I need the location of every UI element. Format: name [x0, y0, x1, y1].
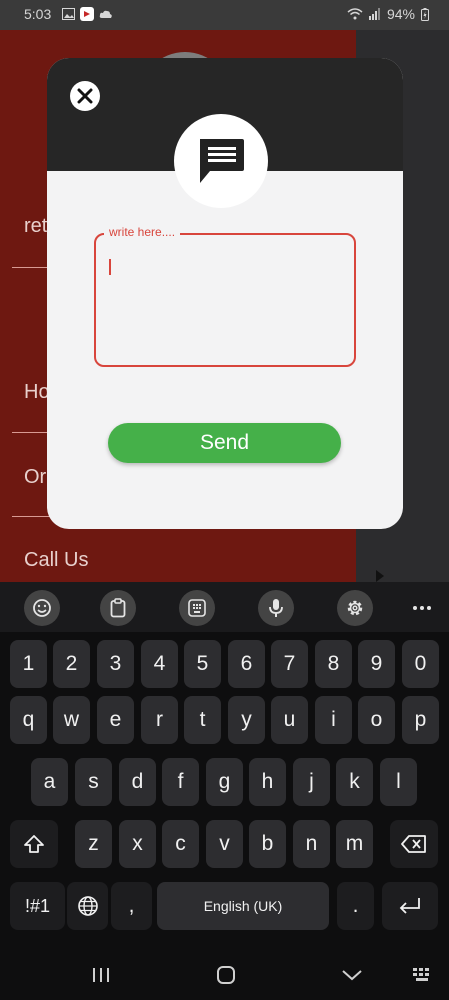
- cloud-icon: [99, 10, 112, 18]
- keyboard-grid-icon: [188, 599, 206, 617]
- battery-percent: 94%: [386, 6, 415, 22]
- expand-arrow-icon: [376, 570, 384, 582]
- key[interactable]: s: [75, 758, 112, 806]
- close-icon: [77, 88, 93, 104]
- backspace-key[interactable]: [390, 820, 438, 868]
- notification-icons: [62, 7, 113, 21]
- key[interactable]: 0: [402, 640, 439, 688]
- period-key[interactable]: .: [337, 882, 374, 930]
- clipboard-icon: [110, 598, 126, 618]
- wifi-icon: [347, 8, 363, 20]
- signal-icon: [368, 8, 380, 20]
- key[interactable]: c: [162, 820, 199, 868]
- message-input[interactable]: write here....: [94, 225, 356, 367]
- more-dot: [420, 606, 424, 610]
- key[interactable]: m: [336, 820, 373, 868]
- battery-icon: [421, 7, 429, 21]
- message-input-label: write here....: [104, 225, 181, 239]
- keyboard: 1 2 3 4 5 6 7 8 9 0 q w e r t y u i o p …: [0, 582, 449, 1000]
- key[interactable]: j: [293, 758, 330, 806]
- key[interactable]: d: [119, 758, 156, 806]
- close-button[interactable]: [70, 81, 100, 111]
- status-time: 5:03: [24, 6, 52, 22]
- key[interactable]: 9: [358, 640, 395, 688]
- more-dot: [413, 606, 417, 610]
- key[interactable]: 5: [184, 640, 221, 688]
- enter-icon: [399, 898, 420, 914]
- home-button[interactable]: [213, 962, 239, 988]
- voice-input-button[interactable]: [258, 590, 294, 626]
- status-right: 94%: [347, 6, 429, 22]
- recents-icon: [93, 968, 109, 982]
- enter-key[interactable]: [382, 882, 438, 930]
- emoji-button[interactable]: [24, 590, 60, 626]
- key[interactable]: h: [249, 758, 286, 806]
- key[interactable]: l: [380, 758, 417, 806]
- shift-icon: [24, 835, 44, 853]
- microphone-icon: [269, 599, 283, 617]
- chat-message-icon: [200, 139, 244, 183]
- key[interactable]: e: [97, 696, 134, 744]
- key[interactable]: z: [75, 820, 112, 868]
- drawer-item[interactable]: Ho: [24, 381, 50, 404]
- key[interactable]: v: [206, 820, 243, 868]
- message-dialog: write here.... Send: [47, 58, 403, 529]
- key[interactable]: k: [336, 758, 373, 806]
- shift-key[interactable]: [10, 820, 58, 868]
- key[interactable]: 4: [141, 640, 178, 688]
- home-icon: [217, 966, 235, 984]
- language-key[interactable]: [67, 882, 108, 930]
- key[interactable]: b: [249, 820, 286, 868]
- key[interactable]: t: [184, 696, 221, 744]
- comma-key[interactable]: ,: [111, 882, 152, 930]
- key[interactable]: g: [206, 758, 243, 806]
- key[interactable]: a: [31, 758, 68, 806]
- key[interactable]: u: [271, 696, 308, 744]
- gear-icon: [347, 600, 363, 616]
- keyboard-icon: [413, 968, 429, 981]
- chat-badge: [174, 114, 268, 208]
- keyboard-mode-button[interactable]: [179, 590, 215, 626]
- symbols-key[interactable]: !#1: [10, 882, 65, 930]
- key[interactable]: 1: [10, 640, 47, 688]
- space-bar[interactable]: English (UK): [157, 882, 329, 930]
- more-dot: [427, 606, 431, 610]
- clipboard-button[interactable]: [100, 590, 136, 626]
- globe-icon: [77, 896, 98, 916]
- keyboard-switch-button[interactable]: [410, 962, 436, 988]
- key[interactable]: f: [162, 758, 199, 806]
- key[interactable]: p: [402, 696, 439, 744]
- key[interactable]: 3: [97, 640, 134, 688]
- key[interactable]: x: [119, 820, 156, 868]
- app-notification-icon: [80, 7, 94, 21]
- send-button[interactable]: Send: [108, 423, 341, 463]
- key[interactable]: 6: [228, 640, 265, 688]
- key[interactable]: r: [141, 696, 178, 744]
- key[interactable]: 2: [53, 640, 90, 688]
- status-bar: 5:03 94%: [0, 0, 449, 30]
- back-button[interactable]: [339, 962, 365, 988]
- key[interactable]: n: [293, 820, 330, 868]
- key[interactable]: o: [358, 696, 395, 744]
- drawer-item-call-us[interactable]: Call Us: [24, 549, 88, 572]
- emoji-icon: [33, 599, 51, 617]
- key[interactable]: q: [10, 696, 47, 744]
- backspace-icon: [401, 835, 426, 853]
- recents-button[interactable]: [88, 962, 114, 988]
- key[interactable]: 7: [271, 640, 308, 688]
- gallery-icon: [62, 8, 75, 20]
- keyboard-settings-button[interactable]: [337, 590, 373, 626]
- more-options-button[interactable]: [404, 594, 440, 622]
- drawer-item[interactable]: Or: [24, 466, 46, 489]
- key[interactable]: w: [53, 696, 90, 744]
- text-cursor: [109, 259, 111, 275]
- key[interactable]: i: [315, 696, 352, 744]
- chevron-down-icon: [342, 970, 362, 981]
- keyboard-toolbar: [0, 582, 449, 632]
- drawer-item[interactable]: ret: [24, 215, 47, 238]
- key[interactable]: y: [228, 696, 265, 744]
- key[interactable]: 8: [315, 640, 352, 688]
- navigation-bar: [0, 950, 449, 1000]
